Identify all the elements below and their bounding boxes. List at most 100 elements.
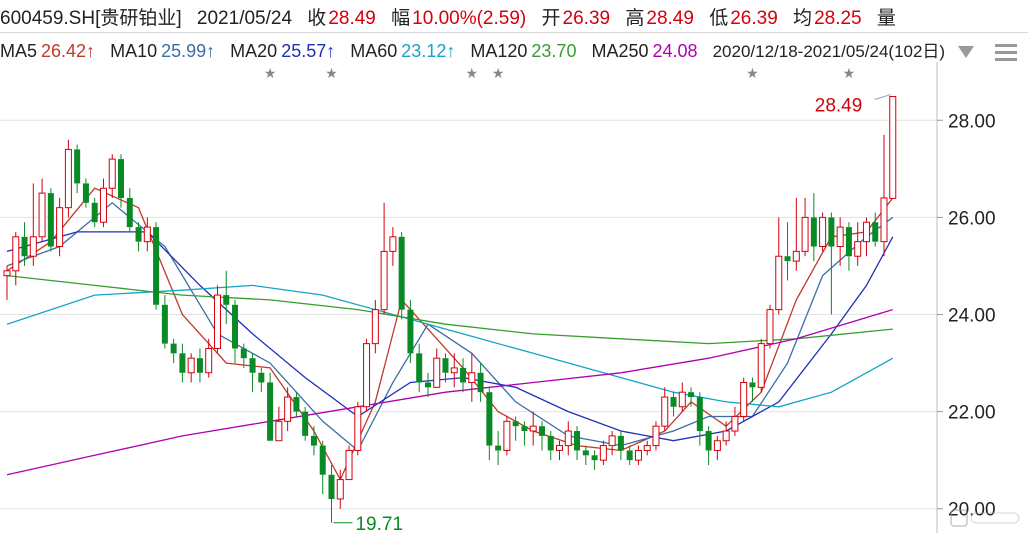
change-value: 10.00%(2.59) [412, 8, 527, 29]
candle-body [652, 425, 660, 447]
candle [670, 392, 677, 417]
candle-body [599, 445, 607, 461]
candle [450, 353, 458, 388]
event-star-icon[interactable]: ★ [325, 65, 338, 81]
candle-body [336, 479, 344, 500]
candle [792, 197, 800, 271]
grid-lines [0, 119, 937, 510]
candle-body [547, 435, 554, 451]
candle [538, 421, 545, 451]
candle [696, 392, 703, 446]
candle-body [854, 241, 862, 257]
candlestick-chart[interactable]: ★ ★ ★ ★ ★ ★ 20.0022.0024.0026.0028.00 28.49 1… [0, 62, 1028, 533]
candle [564, 421, 572, 456]
candle [845, 222, 852, 271]
price-axis: 20.0022.0024.0026.0028.00 [936, 62, 996, 533]
candle-body [512, 421, 519, 427]
candle-body [582, 450, 589, 456]
candle [302, 406, 309, 441]
ma10-field[interactable]: MA10 25.99↑ [110, 41, 215, 62]
candle-body [398, 236, 405, 310]
high-marker-line [874, 93, 891, 100]
candle [319, 440, 326, 495]
candle [643, 440, 651, 456]
candle [678, 382, 686, 412]
change-field: 幅 10.00%(2.59) [391, 3, 526, 30]
event-star-icon[interactable]: ★ [843, 65, 856, 81]
candle [258, 367, 265, 393]
candle [591, 450, 598, 470]
event-star-icon[interactable]: ★ [746, 65, 759, 81]
candle-body [828, 217, 835, 247]
candle [232, 299, 239, 364]
candle-body [784, 256, 791, 262]
menu-icon[interactable] [995, 43, 1018, 62]
ma5-field[interactable]: MA5 26.42↑ [0, 41, 95, 62]
candle [801, 197, 809, 257]
candle [757, 338, 765, 393]
ma250-field[interactable]: MA250 24.08 [591, 41, 697, 62]
open-label: 开 [541, 8, 561, 29]
candle-body [135, 227, 142, 242]
high-field: 高 28.49 [625, 3, 694, 30]
low-field: 低 26.39 [709, 3, 778, 30]
ma20-field[interactable]: MA20 25.57↑ [230, 41, 335, 62]
candle [713, 435, 721, 461]
ma10-value: 25.99↑ [161, 41, 216, 61]
candle [47, 188, 54, 252]
candle [775, 217, 783, 315]
candle-body [153, 227, 160, 305]
event-star-icon[interactable]: ★ [466, 65, 479, 81]
candle [249, 353, 256, 393]
candle-body [564, 430, 572, 447]
candle-body [889, 95, 897, 199]
candle-body [371, 309, 379, 345]
candle-body [213, 294, 221, 349]
candle [574, 426, 581, 461]
high-value: 28.49 [646, 8, 694, 29]
candle [424, 372, 431, 398]
candle [64, 139, 72, 218]
ma60-field[interactable]: MA60 23.12↑ [350, 41, 455, 62]
candle-body [310, 435, 317, 446]
candle [495, 431, 502, 466]
candle-body [143, 226, 151, 243]
candle-body [450, 367, 458, 374]
candle [99, 178, 107, 228]
candle-body [477, 372, 484, 393]
high-label: 高 [625, 8, 645, 29]
candle-body [179, 353, 186, 373]
candle-body [688, 392, 695, 398]
high-marker-label: 28.49 [815, 95, 863, 116]
ma60-value: 23.12↑ [401, 41, 456, 61]
candle-body [722, 430, 730, 442]
dropdown-triangle-icon[interactable] [958, 46, 975, 59]
candle [626, 445, 633, 466]
stock-symbol[interactable]: 600459.SH[贵研铂业] [0, 3, 182, 30]
candle-body [64, 148, 72, 209]
ma120-label: MA120 [470, 41, 528, 61]
candle-body [775, 255, 783, 311]
candle [21, 222, 28, 266]
ma5-label: MA5 [0, 41, 38, 61]
ma-line-ma20 [6, 231, 894, 442]
candle [608, 431, 616, 456]
event-star-icon[interactable]: ★ [264, 65, 277, 81]
candle-body [608, 435, 616, 447]
avg-label: 均 [793, 8, 813, 29]
candle-body [836, 226, 844, 248]
candle [74, 144, 81, 194]
candle-body [126, 197, 133, 228]
ma120-field[interactable]: MA120 23.70 [470, 41, 576, 62]
avg-value: 28.25 [814, 8, 862, 29]
candle-body [731, 415, 739, 432]
candle [3, 265, 11, 300]
y-tick-label: 26.00 [948, 208, 996, 229]
candle [38, 178, 46, 242]
event-star-icon[interactable]: ★ [492, 65, 505, 81]
candle [652, 421, 660, 451]
candle [889, 95, 897, 199]
candle-body [3, 270, 11, 277]
candle-body [21, 236, 28, 257]
candle-body [12, 236, 20, 272]
